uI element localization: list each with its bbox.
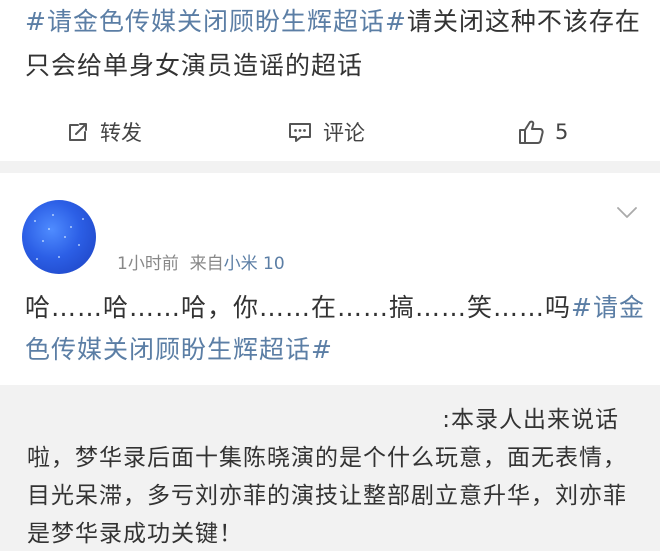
quoted-post-text: :本录人出来说话 啦，梦华录后面十集陈晓演的是个什么玩意，面无表情，目光呆滞，多…: [27, 401, 635, 553]
comment-icon: [289, 123, 311, 142]
like-button[interactable]: 5: [517, 103, 568, 161]
like-icon: [519, 120, 544, 144]
like-count: 5: [555, 120, 569, 144]
comment-button[interactable]: 评论: [287, 103, 365, 161]
action-bar: 转发 评论 5: [0, 103, 660, 161]
post-text: 哈……哈……哈，你……在……搞……笑……吗#请金色传媒关闭顾盼生辉超话#: [25, 287, 645, 371]
repost-icon: [69, 123, 87, 141]
quoted-first-line: :本录人出来说话: [442, 407, 619, 433]
post-text: #请金色传媒关闭顾盼生辉超话#请关闭这种不该存在只会给单身女演员造谣的超话: [25, 0, 645, 88]
post-time: 1小时前: [117, 254, 179, 274]
feed-divider: [0, 161, 660, 173]
topic-link[interactable]: #请金色传媒关闭顾盼生辉超话#: [25, 7, 407, 36]
comment-label: 评论: [323, 121, 365, 145]
source-device[interactable]: 小米 10: [224, 254, 285, 274]
post-meta: 1小时前 来自小米 10: [117, 249, 285, 274]
avatar[interactable]: [22, 200, 96, 274]
repost-button[interactable]: 转发: [66, 103, 142, 161]
quoted-body: 啦，梦华录后面十集陈晓演的是个什么玩意，面无表情，目光呆滞，多亏刘亦菲的演技让整…: [27, 445, 627, 547]
source-prefix: 来自: [189, 254, 224, 274]
repost-label: 转发: [100, 121, 142, 145]
chevron-down-icon[interactable]: [616, 206, 638, 220]
post-body: 哈……哈……哈，你……在……搞……笑……吗: [25, 293, 572, 322]
